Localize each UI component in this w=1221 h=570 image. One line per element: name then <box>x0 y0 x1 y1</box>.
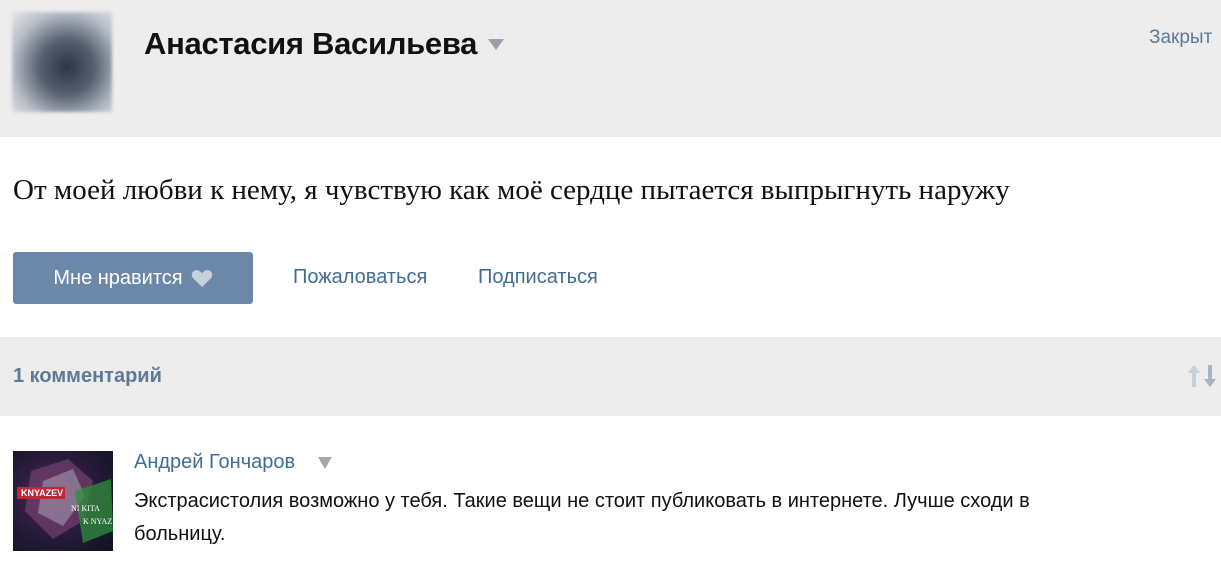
avatar-text-3: K NYAZ <box>83 517 112 526</box>
avatar-text-1: KNYAZEV <box>21 488 63 498</box>
like-button[interactable]: Мне нравится <box>13 252 253 304</box>
heart-icon <box>191 269 213 288</box>
author-avatar[interactable] <box>12 12 112 112</box>
post-author-name[interactable]: Анастасия Васильева <box>144 26 477 62</box>
comment-text: Экстрасистолия возможно у тебя. Такие ве… <box>134 490 1030 545</box>
subscribe-link[interactable]: Подписаться <box>478 266 598 289</box>
comment-author-name[interactable]: Андрей Гончаров <box>134 451 295 474</box>
avatar-text-2: NI KITA <box>71 504 100 513</box>
chevron-down-icon[interactable] <box>488 39 504 50</box>
comments-count: 1 комментарий <box>13 365 162 387</box>
post-header: Анастасия Васильева Закрыт <box>0 0 1221 137</box>
close-link[interactable]: Закрыт <box>1149 27 1212 49</box>
report-link[interactable]: Пожаловаться <box>293 266 427 289</box>
comments-header: 1 комментарий <box>0 337 1221 416</box>
sort-arrows-icon[interactable] <box>1186 361 1221 391</box>
like-button-label: Мне нравится <box>53 266 183 289</box>
comment-author-avatar[interactable]: KNYAZEV NI KITA K NYAZ <box>13 451 113 551</box>
chevron-down-icon[interactable] <box>318 457 332 469</box>
post-text: От моей любви к нему, я чувствую как моё… <box>13 174 1010 206</box>
